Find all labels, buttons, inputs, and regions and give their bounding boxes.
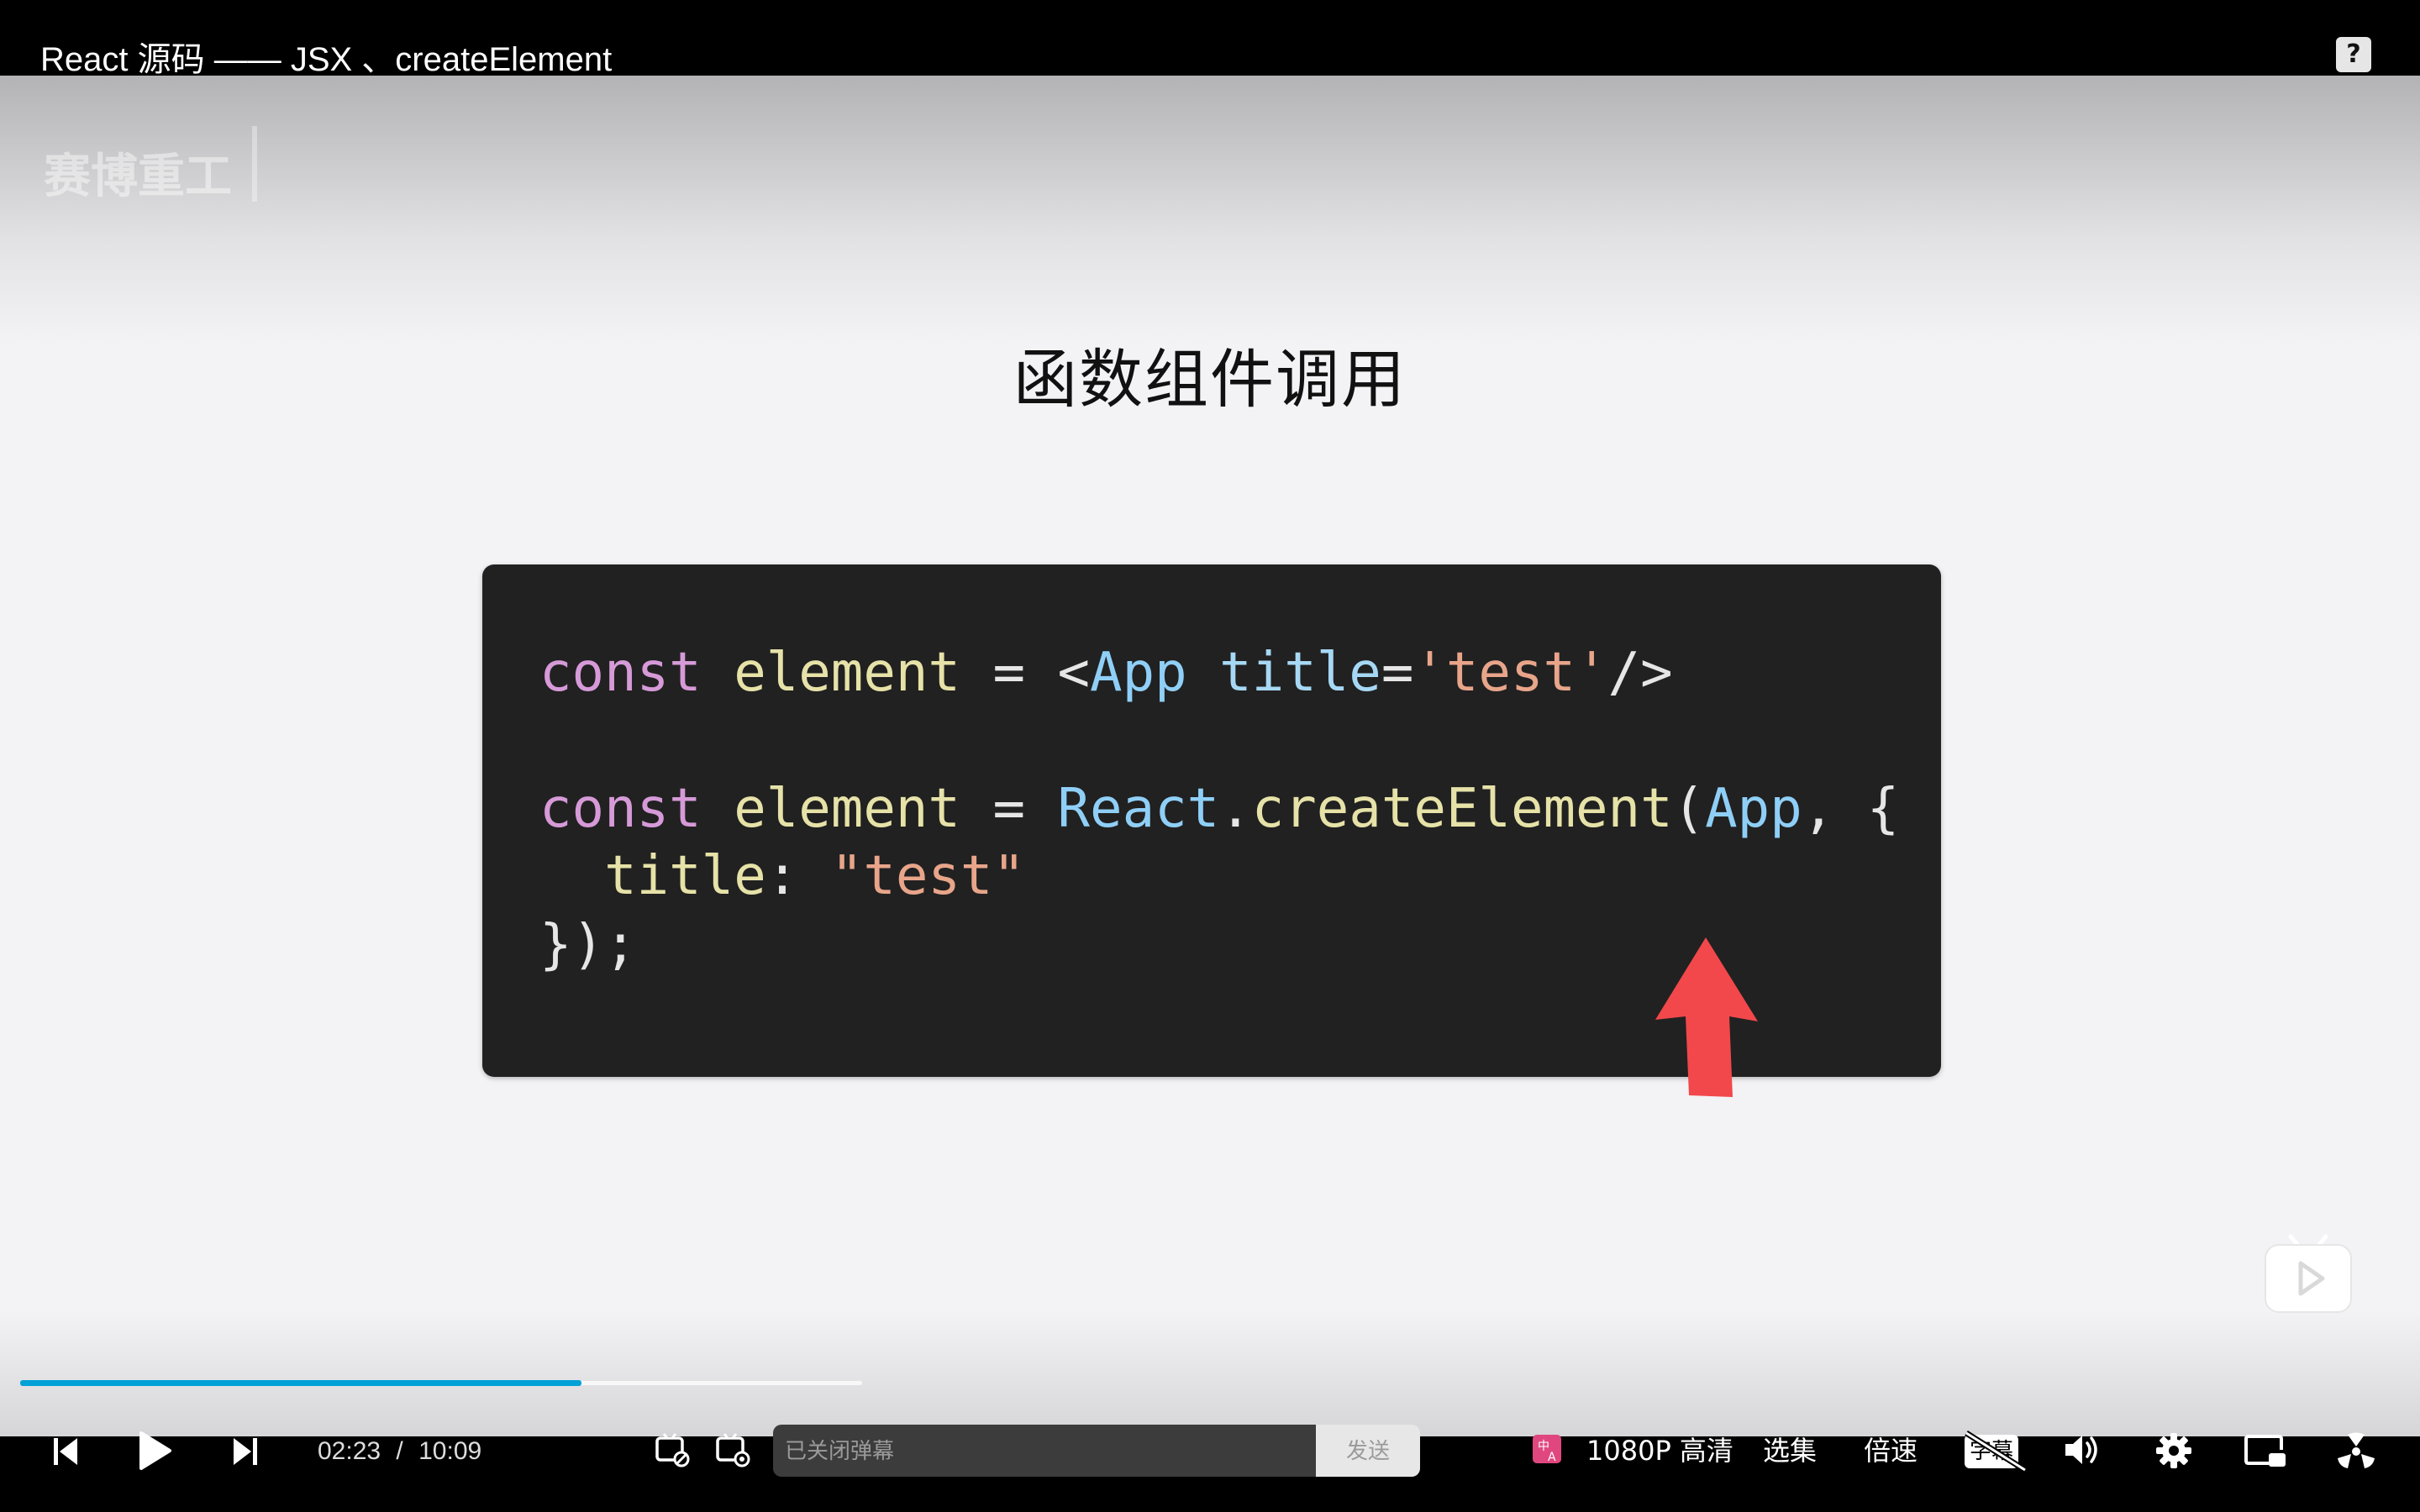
watermark: 赛博重工 (44, 150, 232, 204)
bilibili-play-logo-icon[interactable] (2262, 1231, 2354, 1315)
svg-text:A: A (1548, 1451, 1556, 1464)
code-token: "test" (830, 845, 1025, 907)
send-button[interactable]: 发送 (1316, 1425, 1420, 1477)
translate-icon[interactable]: 中 A (1531, 1433, 1563, 1465)
code-line-4: }); (539, 914, 637, 976)
code-token: : (765, 845, 799, 907)
picture-in-picture-icon[interactable] (2244, 1433, 2287, 1468)
code-token: = (992, 642, 1025, 704)
duration: 10:09 (418, 1437, 482, 1465)
speed-button[interactable]: 倍速 (1864, 1430, 1918, 1472)
code-token: 'test' (1413, 642, 1608, 704)
previous-icon[interactable] (50, 1435, 81, 1468)
code-token: React (1057, 778, 1220, 840)
progress-shadow (0, 1310, 2420, 1436)
code-token: . (1219, 778, 1252, 840)
code-token: element (734, 778, 960, 840)
play-icon[interactable] (136, 1430, 173, 1472)
progress-bar[interactable] (20, 1380, 581, 1386)
code-token: element (734, 642, 960, 704)
time-display: 02:23 / 10:09 (318, 1435, 481, 1468)
quality-selector[interactable]: 1080P 高清 (1586, 1430, 1733, 1472)
code-token: App (1705, 778, 1802, 840)
top-bar: React 源码 —— JSX 、createElement ? (0, 0, 2420, 78)
danmaku-toggle-icon[interactable] (654, 1431, 691, 1468)
code-token: , { (1802, 778, 1900, 840)
volume-icon[interactable] (2062, 1431, 2101, 1468)
watermark-logo (252, 126, 429, 202)
code-line-3: title: "test" (539, 845, 1025, 907)
settings-gear-icon[interactable] (2154, 1431, 2193, 1470)
current-time: 02:23 (318, 1437, 381, 1465)
danmaku-settings-icon[interactable] (714, 1431, 751, 1468)
code-token: title (604, 845, 766, 907)
code-token: /> (1607, 642, 1673, 704)
video-frame[interactable]: 赛博重工 函数组件调用 const element = <App title='… (0, 76, 2420, 1436)
code-line-2: const element = React.createElement(App,… (539, 778, 1899, 840)
code-token: title (1219, 642, 1381, 704)
slide-title: 函数组件调用 (1013, 342, 1407, 417)
episodes-button[interactable]: 选集 (1763, 1430, 1817, 1472)
code-token: const (539, 778, 702, 840)
video-title: React 源码 —— JSX 、createElement (40, 41, 613, 78)
code-token: createElement (1251, 778, 1673, 840)
next-icon[interactable] (230, 1435, 260, 1468)
code-token: App (1090, 642, 1187, 704)
time-separator: / (396, 1437, 403, 1465)
code-token: ( (1672, 778, 1706, 840)
code-token: = (992, 778, 1025, 840)
question-icon[interactable]: ? (2336, 37, 2371, 72)
red-arrow-up-icon (1655, 937, 1758, 1097)
code-token: const (539, 642, 702, 704)
code-token: }); (539, 914, 637, 976)
subtitle-off-slash-icon (1965, 1431, 2027, 1473)
widescreen-icon[interactable] (2336, 1431, 2376, 1470)
danmaku-input[interactable]: 已关闭弹幕 (773, 1425, 1316, 1477)
code-line-1: const element = <App title='test'/> (539, 642, 1673, 704)
code-token: < (1057, 642, 1091, 704)
code-token: = (1381, 642, 1414, 704)
